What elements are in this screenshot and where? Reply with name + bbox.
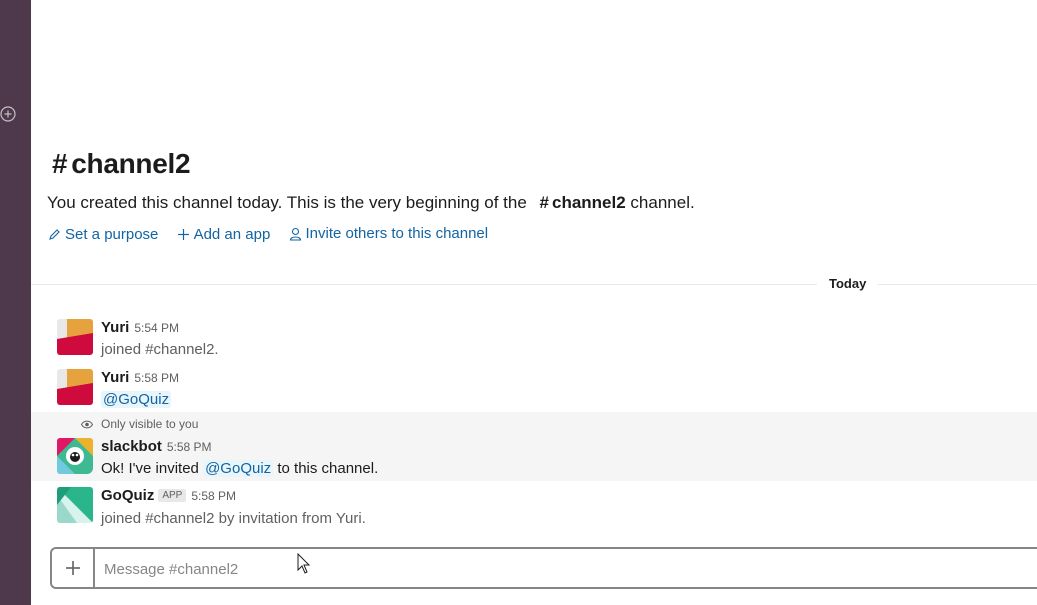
- day-divider-label[interactable]: Today: [817, 276, 879, 291]
- add-app-label: Add an app: [193, 225, 271, 243]
- message-sender: slackbot 5:58 PM: [101, 438, 212, 455]
- eye-icon: [81, 420, 93, 428]
- mouse-pointer-icon: [297, 553, 311, 574]
- user-mention[interactable]: @GoQuiz: [203, 460, 274, 477]
- message-input[interactable]: [102, 551, 1006, 587]
- message-time[interactable]: 5:54 PM: [134, 321, 179, 335]
- channel-name: channel2: [71, 148, 191, 179]
- message-text: joined #channel2 by invitation from Yuri…: [101, 510, 366, 527]
- message-time[interactable]: 5:58 PM: [134, 371, 179, 385]
- message-text: joined #channel2.: [101, 341, 219, 358]
- message-row: Yuri 5:58 PM @GoQuiz: [31, 360, 1037, 412]
- channel-view: # channel2 You created this channel today…: [31, 0, 1037, 605]
- goquiz-avatar[interactable]: [57, 487, 93, 523]
- intro-suffix: channel.: [630, 193, 695, 212]
- intro-prefix: You created this channel today. This is …: [47, 193, 527, 212]
- attach-plus-button[interactable]: [52, 549, 95, 587]
- message-sender: Yuri 5:54 PM: [101, 319, 179, 336]
- channel-actions: Set a purpose Add an app Invite others t…: [48, 225, 502, 245]
- set-purpose-link[interactable]: Set a purpose: [48, 226, 158, 243]
- channel-title: # channel2: [52, 148, 191, 180]
- message-row: Yuri 5:54 PM joined #channel2.: [31, 310, 1037, 360]
- intro-channel-name[interactable]: channel2: [552, 193, 626, 212]
- avatar[interactable]: [57, 319, 93, 355]
- day-divider: [31, 284, 1037, 285]
- sender-name[interactable]: Yuri: [101, 319, 129, 336]
- channel-intro: You created this channel today. This is …: [47, 193, 695, 213]
- app-badge: APP: [158, 489, 187, 502]
- message-time[interactable]: 5:58 PM: [167, 440, 212, 454]
- slackbot-avatar[interactable]: [57, 438, 93, 474]
- intro-hash: #: [539, 193, 549, 212]
- person-icon: [289, 227, 301, 241]
- channel-hash: #: [52, 148, 68, 179]
- message-sender: Yuri 5:58 PM: [101, 369, 179, 386]
- circle-plus-icon[interactable]: [0, 106, 16, 122]
- pencil-icon: [49, 228, 60, 240]
- message-text: Ok! I've invited @GoQuiz to this channel…: [101, 460, 378, 477]
- sender-name[interactable]: Yuri: [101, 369, 129, 386]
- visibility-label: Only visible to you: [101, 417, 199, 431]
- sender-name[interactable]: slackbot: [101, 438, 162, 455]
- workspace-sidebar: [0, 0, 31, 605]
- avatar[interactable]: [57, 369, 93, 405]
- user-mention[interactable]: @GoQuiz: [101, 391, 172, 408]
- message-text: @GoQuiz: [101, 391, 172, 408]
- add-app-link[interactable]: Add an app: [177, 225, 271, 243]
- set-purpose-label: Set a purpose: [65, 225, 159, 243]
- message-sender: GoQuiz APP 5:58 PM: [101, 487, 236, 504]
- plus-icon: [65, 561, 80, 575]
- message-text-after: to this channel.: [277, 460, 379, 477]
- plus-icon: [177, 228, 189, 240]
- invite-label: Invite others to this channel: [305, 225, 489, 242]
- message-composer: [50, 547, 1037, 589]
- ephemeral-message-row: Only visible to you slackbot 5:58 PM Ok! …: [31, 412, 1037, 481]
- message-row: GoQuiz APP 5:58 PM joined #channel2 by inv…: [31, 481, 1037, 536]
- message-text-before: Ok! I've invited: [101, 460, 199, 477]
- invite-link[interactable]: Invite others to this channel: [289, 225, 489, 242]
- message-time[interactable]: 5:58 PM: [191, 489, 236, 503]
- visibility-note: Only visible to you: [81, 417, 198, 431]
- sender-name[interactable]: GoQuiz: [101, 487, 154, 504]
